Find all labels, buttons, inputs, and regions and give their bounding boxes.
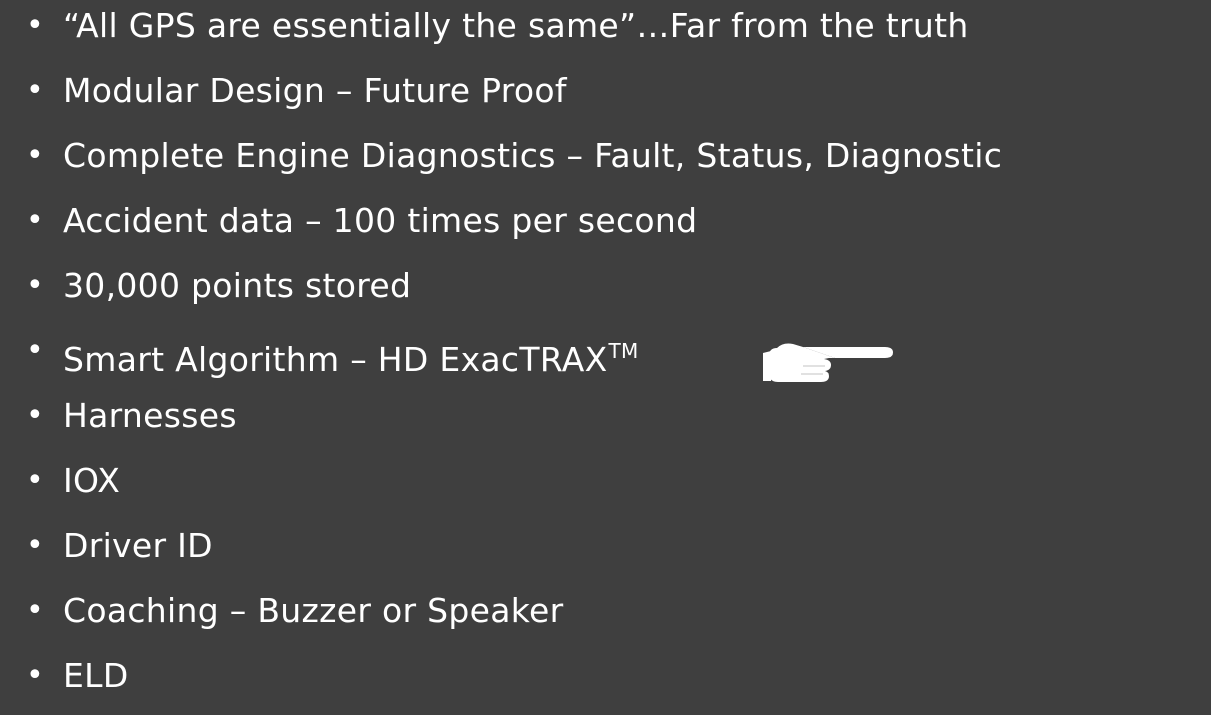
bullet-text: Harnesses xyxy=(63,396,237,435)
bullet-symbol: • xyxy=(26,593,44,628)
list-item: • Modular Design – Future Proof xyxy=(0,65,1211,130)
list-item: • Accident data – 100 times per second xyxy=(0,195,1211,260)
bullet-symbol: • xyxy=(26,8,44,43)
bullet-text: Smart Algorithm – HD ExacTRAX xyxy=(63,340,608,379)
bullet-symbol: • xyxy=(26,73,44,108)
list-item: • IOX xyxy=(0,455,1211,520)
list-item: • Harnesses xyxy=(0,390,1211,455)
list-item: • Smart Algorithm – HD ExacTRAXTM xyxy=(0,325,1211,390)
bullet-text: Driver ID xyxy=(63,526,213,565)
bullet-symbol: • xyxy=(26,398,44,433)
list-item: • Coaching – Buzzer or Speaker xyxy=(0,585,1211,650)
list-item: • Complete Engine Diagnostics – Fault, S… xyxy=(0,130,1211,195)
list-item: • “All GPS are essentially the same”…Far… xyxy=(0,0,1211,65)
bullet-symbol: • xyxy=(26,528,44,563)
bullet-text: ELD xyxy=(63,656,129,695)
bullet-symbol: • xyxy=(26,203,44,238)
bullet-text: Complete Engine Diagnostics – Fault, Sta… xyxy=(63,136,1003,175)
list-item: • 30,000 points stored xyxy=(0,260,1211,325)
bullet-text: 30,000 points stored xyxy=(63,266,412,305)
bullet-list: • “All GPS are essentially the same”…Far… xyxy=(0,0,1211,715)
pointing-hand-icon xyxy=(763,343,893,382)
bullet-symbol: • xyxy=(26,463,44,498)
list-item: • ELD xyxy=(0,650,1211,715)
bullet-text: “All GPS are essentially the same”…Far f… xyxy=(63,6,969,45)
bullet-text: IOX xyxy=(63,461,121,500)
list-item: • Driver ID xyxy=(0,520,1211,585)
bullet-text: Coaching – Buzzer or Speaker xyxy=(63,591,564,630)
trademark-superscript: TM xyxy=(608,339,639,363)
bullet-text: Accident data – 100 times per second xyxy=(63,201,698,240)
bullet-symbol: • xyxy=(26,658,44,693)
bullet-text-with-trademark: Smart Algorithm – HD ExacTRAXTM xyxy=(63,325,639,386)
bullet-symbol: • xyxy=(26,268,44,303)
bullet-symbol: • xyxy=(26,138,44,173)
bullet-text: Modular Design – Future Proof xyxy=(63,71,567,110)
bullet-symbol: • xyxy=(26,333,44,368)
slide: • “All GPS are essentially the same”…Far… xyxy=(0,0,1211,695)
